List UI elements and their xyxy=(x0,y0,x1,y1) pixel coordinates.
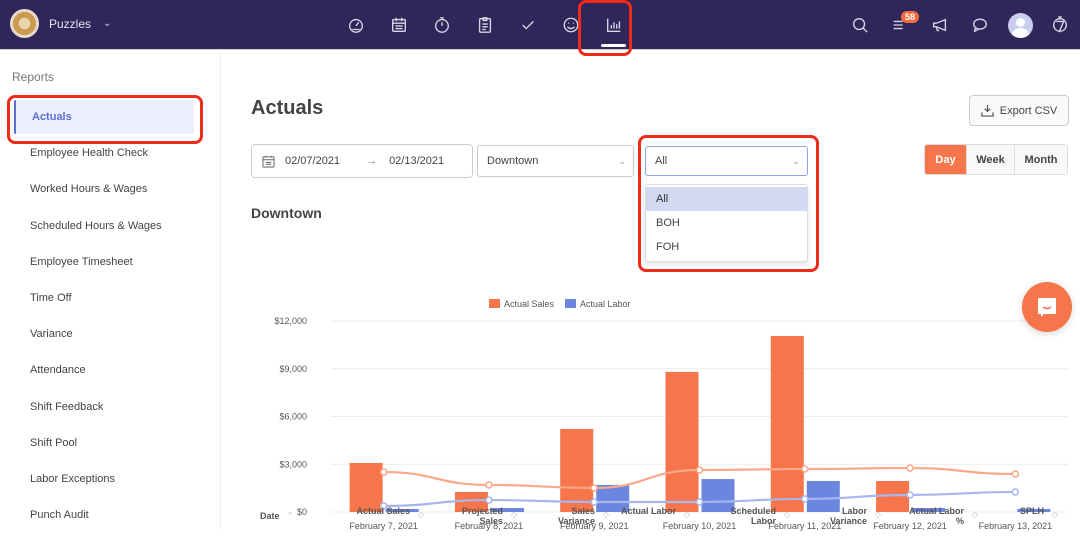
stopwatch-icon[interactable] xyxy=(420,0,463,50)
column-header-label: Scheduled Labor xyxy=(730,506,776,526)
y-tick-label: $3,000 xyxy=(279,459,307,469)
period-week-button[interactable]: Week xyxy=(966,145,1014,174)
column-header-label: Projected Sales xyxy=(461,506,503,526)
location-select[interactable]: Downtown ⌄ xyxy=(477,145,634,177)
sidebar-item-variance[interactable]: Variance xyxy=(14,317,194,351)
support-chat-button[interactable] xyxy=(1022,282,1072,332)
period-month-button[interactable]: Month xyxy=(1014,145,1067,174)
column-header-label: Actual Sales xyxy=(356,506,410,516)
sidebar-item-worked-hours-wages[interactable]: Worked Hours & Wages xyxy=(14,172,194,206)
sort-icon[interactable]: ◇ xyxy=(875,510,881,520)
sidebar-item-shift-feedback[interactable]: Shift Feedback xyxy=(14,390,194,424)
section-title: Downtown xyxy=(251,205,322,221)
org-name: Puzzles xyxy=(49,16,92,31)
notifications-icon[interactable]: 58 xyxy=(880,0,920,50)
calendar-icon[interactable] xyxy=(377,0,420,50)
period-day-button[interactable]: Day xyxy=(925,145,966,174)
user-avatar[interactable] xyxy=(1000,0,1040,50)
highlight-actuals xyxy=(7,95,203,144)
main-content: Actuals Export CSV 02/07/2021 → 02/13/20… xyxy=(221,51,1080,531)
bar-actual-sales xyxy=(665,371,699,512)
column-header-date[interactable]: Date ⌃ xyxy=(260,511,294,521)
column-header-label: Sales Variance xyxy=(557,506,595,526)
search-icon[interactable] xyxy=(840,0,880,50)
legend-swatch xyxy=(565,299,576,308)
sidebar-item-attendance[interactable]: Attendance xyxy=(14,353,194,387)
y-tick-label: $12,000 xyxy=(274,316,307,326)
sort-icon[interactable]: ◇ xyxy=(684,510,690,520)
column-header-sales-variance[interactable]: Sales Variance ◇ xyxy=(515,506,609,526)
sidebar-title: Reports xyxy=(12,70,55,84)
avatar xyxy=(1007,12,1033,38)
sort-icon[interactable]: ◇ xyxy=(1052,510,1058,520)
point-projected-sales xyxy=(1011,470,1020,478)
table-header: Date ⌃ Actual Sales ◇ Projected Sales ◇ Sales … xyxy=(221,498,1080,529)
brand-logo-icon xyxy=(1040,0,1080,50)
legend-label: Actual Labor xyxy=(580,299,631,309)
arrow-right-icon: → xyxy=(366,155,378,167)
column-header-splh[interactable]: SPLH ◇ xyxy=(964,506,1058,519)
point-projected-sales xyxy=(590,484,598,492)
sidebar-item-labor-exceptions[interactable]: Labor Exceptions xyxy=(14,462,194,496)
export-csv-label: Export CSV xyxy=(999,104,1058,117)
column-header-label: Actual Labor xyxy=(620,506,676,516)
chat-bubble-icon xyxy=(1038,298,1056,317)
point-projected-sales xyxy=(801,465,809,473)
export-csv-button[interactable]: Export CSV xyxy=(969,95,1069,126)
point-projected-sales xyxy=(379,468,388,476)
y-tick-label: $6,000 xyxy=(279,412,307,422)
highlight-reports-nav xyxy=(578,0,632,56)
point-projected-sales xyxy=(485,481,493,489)
sidebar-item-employee-timesheet[interactable]: Employee Timesheet xyxy=(14,245,194,279)
notification-count-badge: 58 xyxy=(901,11,920,23)
download-icon xyxy=(981,104,994,117)
y-tick-label: $9,000 xyxy=(279,364,307,374)
period-toggle: Day Week Month xyxy=(924,144,1068,175)
page-title: Actuals xyxy=(251,97,324,119)
point-projected-labor xyxy=(1011,488,1020,496)
sidebar-item-time-off[interactable]: Time Off xyxy=(14,281,194,315)
point-projected-sales xyxy=(695,466,704,474)
date-range-picker[interactable]: 02/07/2021 → 02/13/2021 xyxy=(251,144,473,178)
date-end[interactable]: 02/13/2021 xyxy=(389,155,444,167)
column-header-scheduled-labor[interactable]: Scheduled Labor ◇ xyxy=(696,506,790,526)
megaphone-icon[interactable] xyxy=(920,0,960,50)
chevron-down-icon: ⌄ xyxy=(103,18,112,29)
legend-swatch xyxy=(489,299,500,308)
point-projected-sales xyxy=(906,464,914,472)
column-header-label: Date xyxy=(260,511,280,521)
sidebar-item-punch-audit[interactable]: Punch Audit xyxy=(14,498,194,532)
sort-asc-icon[interactable]: ⌃ xyxy=(287,511,294,521)
highlight-department-dropdown xyxy=(638,135,819,272)
location-value: Downtown xyxy=(487,155,539,167)
column-header-label: Actual Labor % xyxy=(908,506,964,526)
clipboard-icon[interactable] xyxy=(463,0,506,50)
org-logo xyxy=(10,9,39,38)
bar-actual-sales xyxy=(770,335,804,512)
date-start[interactable]: 02/07/2021 xyxy=(285,155,340,167)
chevron-down-icon: ⌄ xyxy=(618,156,626,166)
chat-icon[interactable] xyxy=(960,0,1000,50)
column-header-label: SPLH xyxy=(1019,506,1044,516)
org-switcher[interactable]: Puzzles ⌄ xyxy=(10,9,111,38)
calendar-icon xyxy=(262,155,275,168)
check-icon[interactable] xyxy=(506,0,549,50)
column-header-projected-sales[interactable]: Projected Sales ◇ xyxy=(423,506,517,526)
column-header-actual-labor[interactable]: Actual Labor ◇ xyxy=(596,506,690,519)
column-header-actual-sales[interactable]: Actual Sales ◇ xyxy=(330,506,424,519)
legend-label: Actual Sales xyxy=(504,299,555,309)
top-navigation-bar: Puzzles ⌄ 58 xyxy=(0,0,1080,50)
column-header-label: Labor Variance xyxy=(829,506,867,526)
sidebar-item-scheduled-hours-wages[interactable]: Scheduled Hours & Wages xyxy=(14,209,194,243)
sidebar-item-shift-pool[interactable]: Shift Pool xyxy=(14,426,194,460)
dashboard-icon[interactable] xyxy=(334,0,377,50)
column-header-labor-variance[interactable]: Labor Variance ◇ xyxy=(787,506,881,526)
column-header-actual-labor[interactable]: Actual Labor % ◇ xyxy=(884,506,978,526)
